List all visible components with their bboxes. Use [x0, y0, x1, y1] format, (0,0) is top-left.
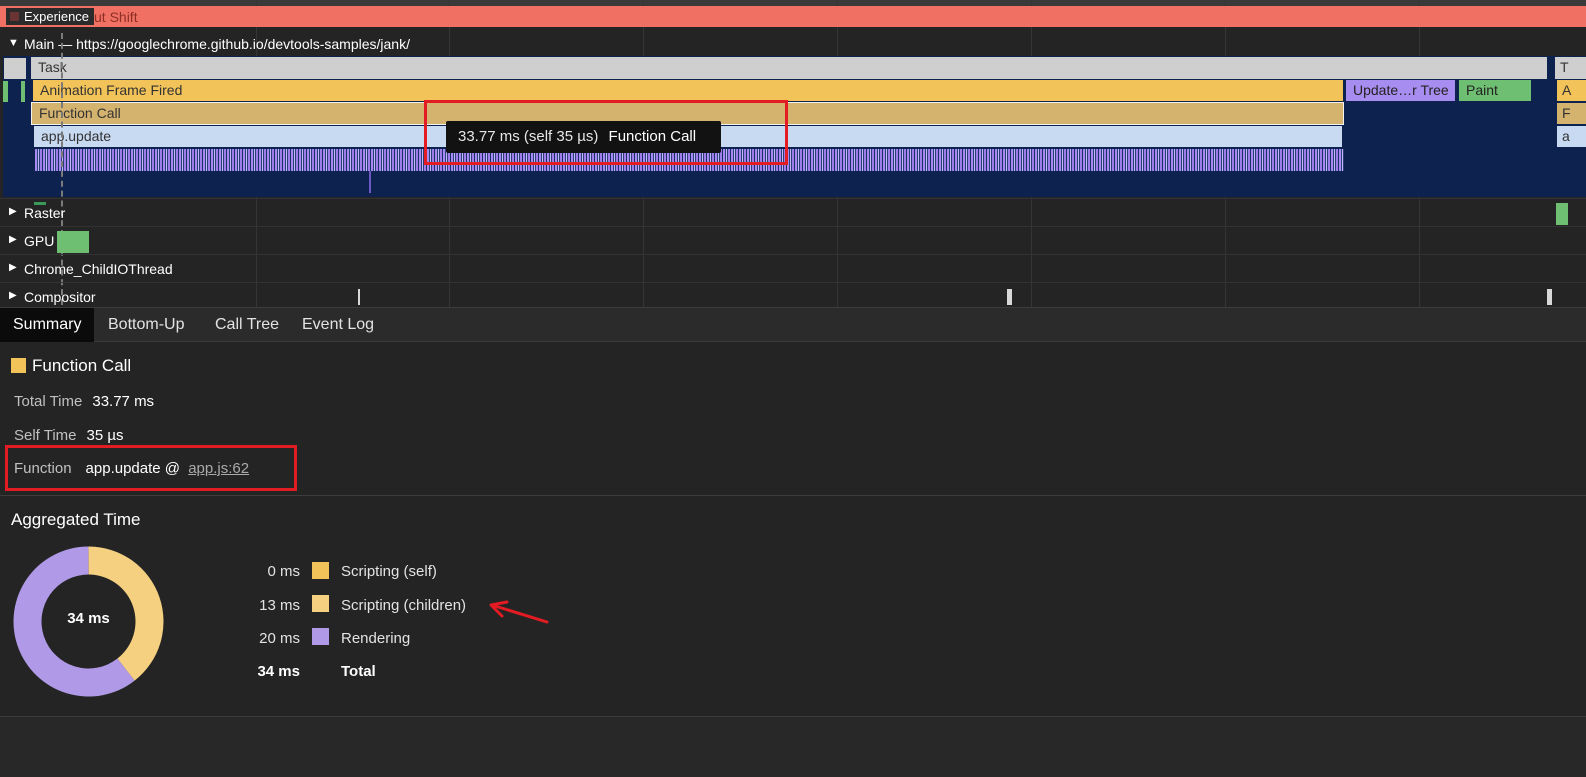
collapse-triangle-icon[interactable]: ▼	[8, 37, 19, 49]
category-swatch	[11, 358, 26, 373]
tab-summary[interactable]: Summary	[0, 308, 95, 342]
animation-frame-event[interactable]: Animation Frame Fired	[33, 80, 1343, 101]
highlight-annotation-box	[424, 100, 788, 165]
main-thread-title: Main — https://googlechrome.github.io/de…	[24, 36, 410, 52]
expand-triangle-icon[interactable]: ▶	[9, 234, 17, 245]
experience-label[interactable]: Experience	[6, 8, 95, 25]
timeline-panel[interactable]: ut Shift Experience ▼ Main — https://goo…	[0, 0, 1586, 307]
section-divider	[0, 495, 1586, 496]
thread-label: Raster	[24, 205, 66, 221]
task-event-right[interactable]: T	[1555, 57, 1586, 79]
legend-swatch-scripting-self	[312, 562, 329, 579]
thread-row-compositor[interactable]: ▶ Compositor	[0, 282, 1586, 307]
paint-event-small[interactable]	[3, 81, 8, 102]
experience-track[interactable]	[0, 6, 1586, 27]
thread-row-gpu[interactable]: ▶ GPU	[0, 226, 1586, 254]
summary-title: Function Call	[11, 356, 131, 376]
self-time-value: 35 µs	[86, 427, 124, 444]
donut-center-label: 34 ms	[67, 610, 110, 627]
legend-value: 0 ms	[267, 563, 300, 580]
tab-bottom-up[interactable]: Bottom-Up	[95, 308, 197, 342]
function-call-event-right[interactable]: F	[1557, 103, 1586, 124]
paint-event-small[interactable]	[21, 81, 25, 102]
thread-label: Chrome_ChildIOThread	[24, 261, 173, 277]
gpu-event[interactable]	[57, 231, 89, 253]
total-time-value: 33.77 ms	[92, 393, 155, 410]
paint-event[interactable]: Paint	[1459, 80, 1531, 101]
thread-label: GPU	[24, 233, 55, 249]
nested-call-tail[interactable]	[369, 171, 371, 193]
thread-row-raster[interactable]: ▶ Raster	[0, 198, 1586, 226]
app-update-event-right[interactable]: a	[1557, 126, 1586, 147]
highlight-annotation-box	[5, 445, 297, 491]
compositor-event[interactable]	[1007, 289, 1012, 305]
summary-title-text: Function Call	[32, 356, 132, 375]
legend-total-label: Total	[341, 663, 376, 680]
expand-triangle-icon[interactable]: ▶	[9, 206, 17, 217]
expand-triangle-icon[interactable]: ▶	[9, 262, 17, 273]
legend-swatch-scripting-children	[312, 595, 329, 612]
raster-event[interactable]	[34, 202, 46, 205]
compositor-event[interactable]	[1547, 289, 1552, 305]
thread-label: Compositor	[24, 289, 96, 305]
total-time-row: Total Time 33.77 ms	[14, 393, 154, 410]
thread-row-childiothread[interactable]: ▶ Chrome_ChildIOThread	[0, 254, 1586, 282]
legend-value: 13 ms	[259, 597, 300, 614]
legend-swatch-rendering	[312, 628, 329, 645]
expand-triangle-icon[interactable]: ▶	[9, 290, 17, 301]
total-time-label: Total Time	[14, 393, 83, 410]
compositor-event[interactable]	[358, 289, 360, 305]
legend-label: Scripting (self)	[341, 563, 437, 580]
bottom-status-area	[0, 716, 1586, 777]
experience-track-text: ut Shift	[94, 9, 138, 25]
animation-frame-event-right[interactable]: A	[1557, 80, 1586, 101]
legend-label: Rendering	[341, 630, 411, 647]
details-tab-bar: Summary Bottom-Up Call Tree Event Log	[0, 307, 1586, 342]
task-event[interactable]: Task	[31, 57, 1547, 79]
aggregated-time-title: Aggregated Time	[11, 510, 141, 529]
self-time-row: Self Time 35 µs	[14, 427, 124, 444]
legend-total-value: 34 ms	[257, 663, 300, 680]
legend-value: 20 ms	[259, 630, 300, 647]
legend-label: Scripting (children)	[341, 597, 467, 614]
raster-event[interactable]	[1556, 203, 1568, 225]
task-event-small[interactable]	[4, 58, 26, 79]
main-thread-header[interactable]: ▼ Main — https://googlechrome.github.io/…	[0, 33, 1586, 55]
update-layer-tree-event[interactable]: Update…r Tree	[1346, 80, 1455, 101]
self-time-label: Self Time	[14, 427, 77, 444]
arrow-annotation-icon	[489, 600, 549, 624]
tab-event-log[interactable]: Event Log	[289, 308, 387, 342]
tab-call-tree[interactable]: Call Tree	[202, 308, 292, 342]
